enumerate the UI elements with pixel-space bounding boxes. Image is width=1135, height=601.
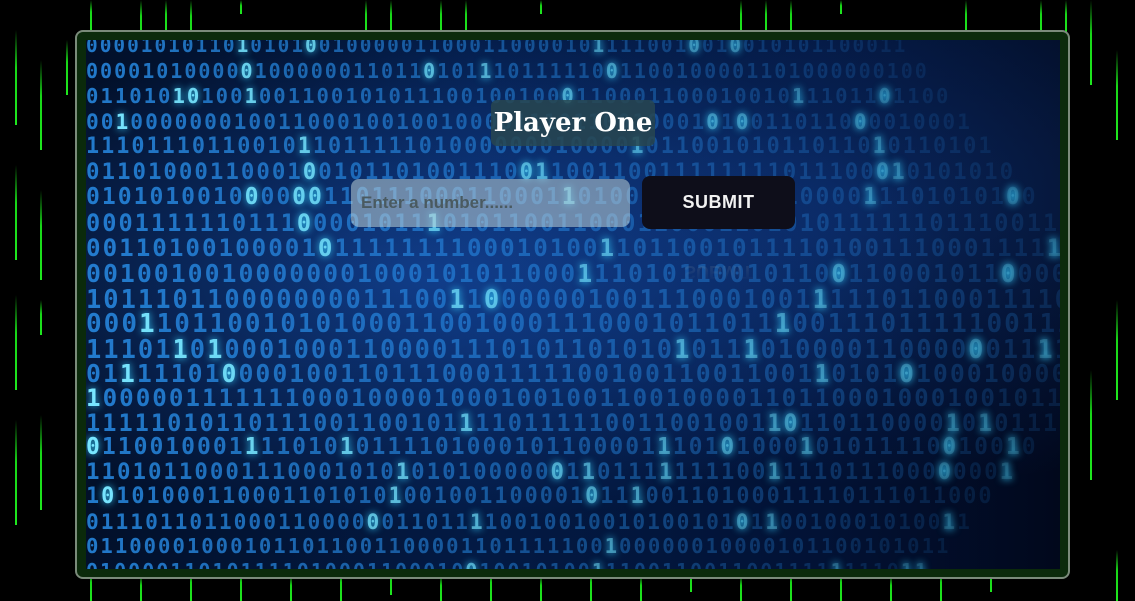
rain-streak (1116, 50, 1118, 140)
rain-streak (15, 165, 17, 260)
binary-row: 0111011011000110000001101111001001001010… (86, 509, 972, 534)
binary-row: 0011010010000101111111100010100110110010… (86, 234, 1060, 262)
rain-streak (15, 295, 17, 390)
binary-row: 1000001111111000100001000100100110010000… (86, 384, 1060, 412)
binary-row: 0000101011010101001000001100011000010111… (86, 40, 908, 57)
rain-streak (1116, 550, 1118, 601)
rain-streak (1116, 300, 1118, 400)
binary-row: 0110010001111010101111010001011000011101… (86, 434, 1038, 460)
rain-streak (66, 40, 68, 95)
rain-streak (1090, 370, 1092, 480)
rain-streak (240, 0, 242, 14)
binary-row: 1111101011011100110010111101111100110010… (86, 409, 1060, 437)
rain-streak (40, 190, 42, 280)
rain-streak (40, 300, 42, 335)
binary-row: 1101011000111000101010101000000110111111… (86, 459, 1016, 485)
binary-row: 0000101000001000000110110101110111110011… (86, 59, 929, 83)
page: 0000101011010101001000001100011000010111… (0, 0, 1135, 601)
number-input[interactable] (351, 179, 630, 227)
rain-streak (1090, 0, 1092, 85)
submit-button-reflection: SUBMIT (684, 262, 753, 282)
rain-streak (40, 60, 42, 150)
rain-streak (540, 0, 542, 14)
binary-row: 0100001101011110100011000100100101001110… (86, 559, 929, 569)
rain-streak (15, 30, 17, 125)
binary-row: 1010100011000110101010010011000010111001… (86, 484, 994, 509)
rain-streak (840, 0, 842, 14)
player-title: Player One (493, 108, 653, 138)
player-title-box: Player One (491, 100, 655, 146)
rain-streak (15, 420, 17, 525)
rain-streak (40, 415, 42, 510)
binary-row: 0110000100010110110011000011011111001000… (86, 534, 951, 558)
submit-button[interactable]: SUBMIT (642, 176, 795, 229)
rain-streak (90, 0, 92, 30)
